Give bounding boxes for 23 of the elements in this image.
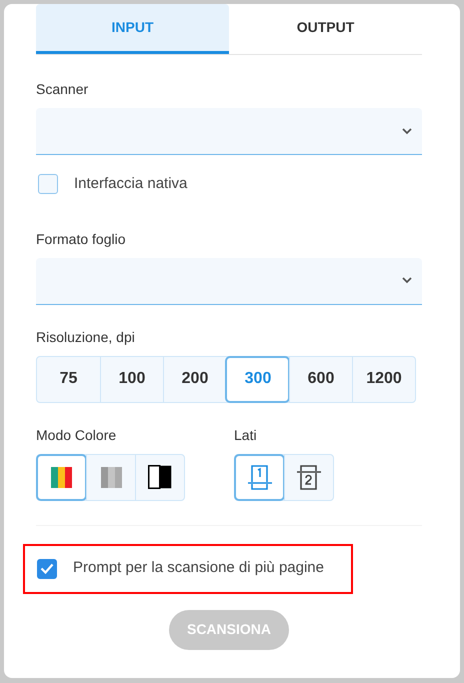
single-sided-icon <box>248 464 272 490</box>
field-label: Scanner <box>36 80 90 99</box>
striped-square-icon <box>51 466 72 488</box>
resolution-option[interactable]: 75 <box>37 356 100 402</box>
field-label: Modo Colore <box>36 426 118 444</box>
half-filled-square-icon <box>148 465 172 489</box>
field-label: Formato foglio <box>36 230 126 249</box>
resolution-option[interactable]: 600 <box>289 356 352 402</box>
checkbox[interactable] <box>38 174 58 194</box>
field-label: Risoluzione, dpi <box>36 328 136 347</box>
chevron-icon <box>402 277 412 284</box>
check-icon <box>40 563 54 574</box>
checkbox[interactable] <box>37 558 57 578</box>
scanner-select[interactable] <box>36 108 422 155</box>
faded-striped-square-icon <box>100 466 122 488</box>
chevron-icon <box>402 128 412 134</box>
checkbox-label: Interfaccia nativa <box>74 174 188 194</box>
resolution-option[interactable]: 1200 <box>352 356 415 402</box>
field-label: Lati <box>234 426 258 444</box>
resolution-option[interactable]: 100 <box>100 356 163 402</box>
checkbox-label: Prompt per la scansione di più pagine <box>73 558 324 578</box>
resolution-option[interactable]: 300 <box>226 356 289 402</box>
double-sided-icon <box>297 464 321 490</box>
